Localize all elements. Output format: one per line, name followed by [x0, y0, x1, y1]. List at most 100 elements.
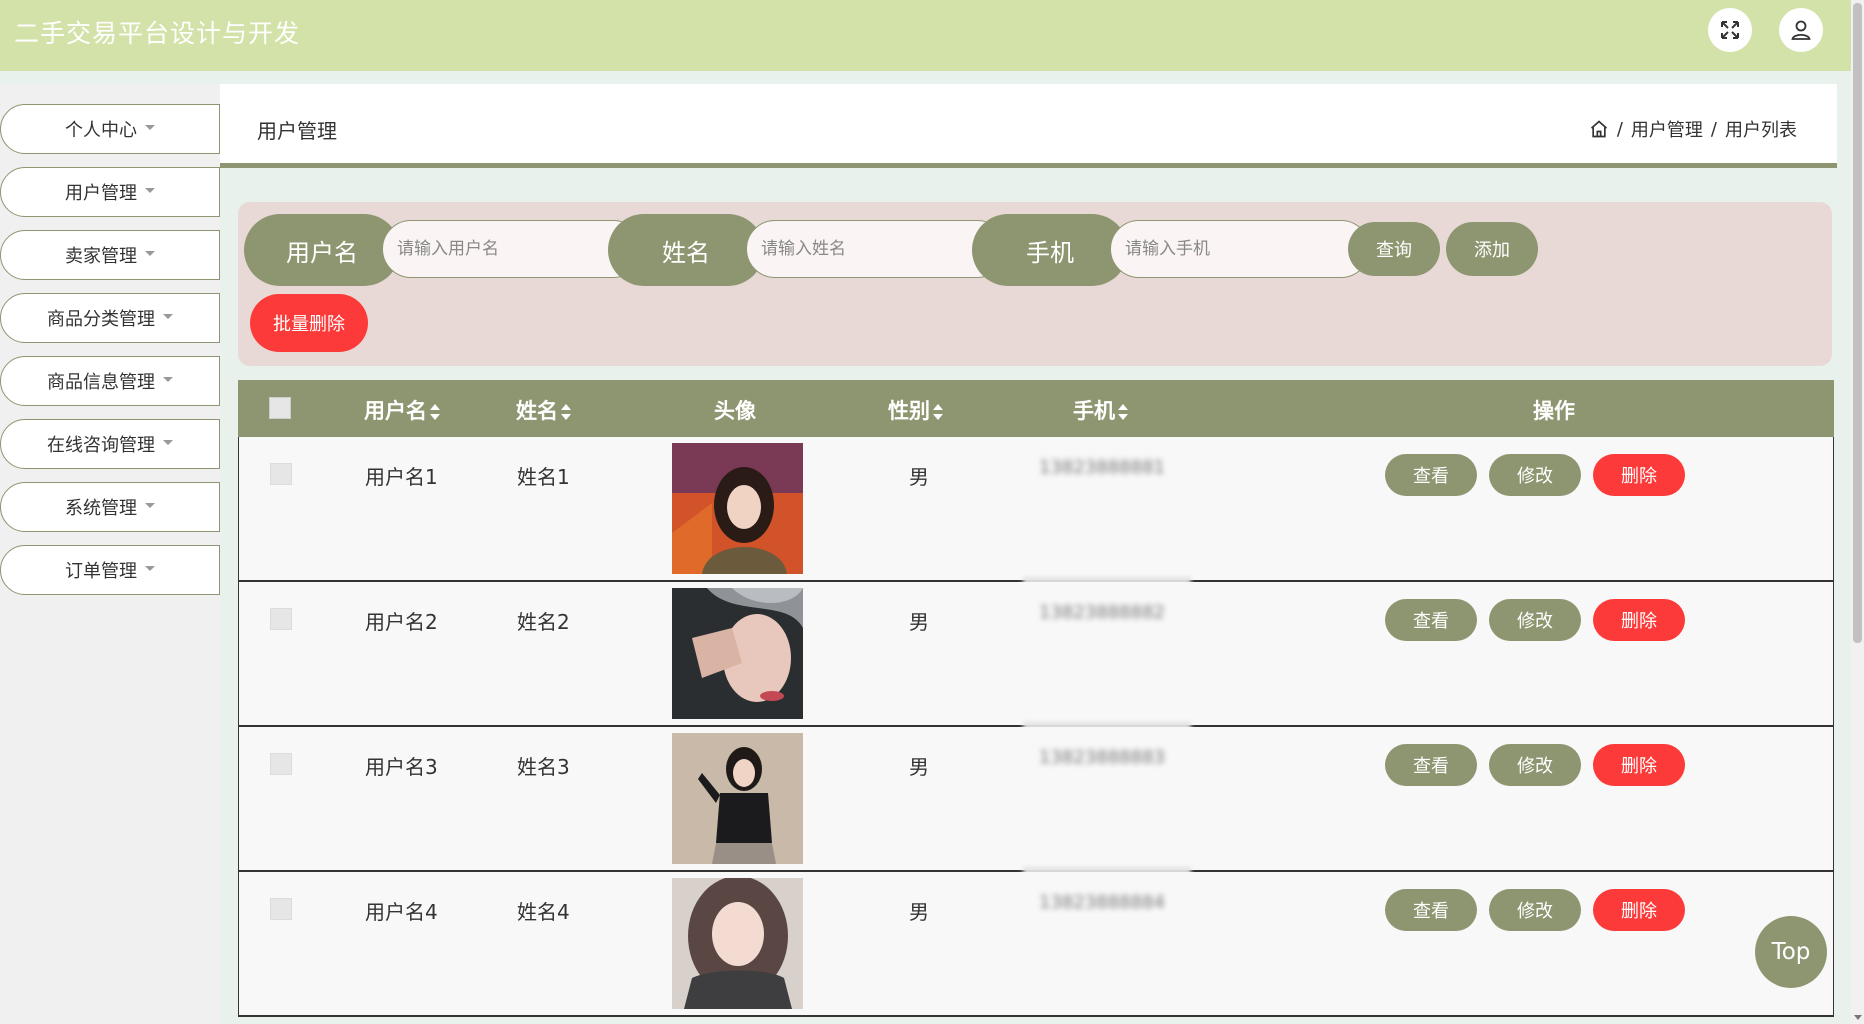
sidebar-item-user-management[interactable]: 用户管理 [0, 167, 220, 217]
chevron-down-icon [163, 439, 173, 445]
scroll-down-arrow-icon[interactable] [1854, 1015, 1862, 1020]
batch-delete-button[interactable]: 批量删除 [250, 294, 368, 352]
phone-cell: 13823888884 [1039, 892, 1165, 913]
view-button[interactable]: 查看 [1385, 599, 1477, 641]
view-button[interactable]: 查看 [1385, 889, 1477, 931]
sidebar-item-product-management[interactable]: 商品信息管理 [0, 356, 220, 406]
app-title: 二手交易平台设计与开发 [14, 19, 301, 48]
sort-icon [933, 404, 943, 420]
username-search-input[interactable] [382, 220, 642, 278]
sidebar-item-label: 系统管理 [65, 498, 137, 519]
sidebar-item-label: 商品信息管理 [47, 372, 155, 393]
home-icon[interactable] [1589, 119, 1609, 139]
avatar [672, 733, 803, 864]
table-row: 用户名1 姓名1 男 13823888881 查看 修改 删除 [238, 437, 1834, 585]
chevron-down-icon [145, 124, 155, 130]
avatar [672, 878, 803, 1009]
username-cell: 用户名1 [365, 465, 438, 489]
delete-button[interactable]: 删除 [1593, 454, 1685, 496]
sidebar-item-personal-center[interactable]: 个人中心 [0, 104, 220, 154]
username-label: 用户名 [244, 214, 400, 286]
gender-cell: 男 [909, 465, 929, 489]
chevron-down-icon [145, 502, 155, 508]
search-panel: 用户名 姓名 手机 查询 添加 批量删除 [238, 202, 1832, 366]
breadcrumb: / 用户管理 / 用户列表 [1589, 116, 1797, 142]
table-row: 用户名3 姓名3 男 13823888883 查看 修改 删除 [238, 727, 1834, 875]
username-cell: 用户名4 [365, 900, 438, 924]
page-scrollbar[interactable] [1851, 0, 1864, 1024]
sidebar-item-system-management[interactable]: 系统管理 [0, 482, 220, 532]
sidebar-item-label: 在线咨询管理 [47, 435, 155, 456]
column-header-phone[interactable]: 手机 [1073, 395, 1128, 425]
breadcrumb-user-management[interactable]: 用户管理 [1631, 116, 1703, 142]
chevron-down-icon [163, 313, 173, 319]
user-menu-button[interactable] [1779, 8, 1823, 52]
phone-search-input[interactable] [1110, 220, 1370, 278]
username-cell: 用户名2 [365, 610, 438, 634]
name-cell: 姓名1 [517, 465, 570, 489]
sort-icon [561, 404, 571, 420]
add-button[interactable]: 添加 [1446, 222, 1538, 276]
view-button[interactable]: 查看 [1385, 744, 1477, 786]
row-checkbox[interactable] [270, 753, 292, 775]
select-all-checkbox[interactable] [269, 397, 291, 419]
edit-button[interactable]: 修改 [1489, 744, 1581, 786]
table-header: 用户名 姓名 头像 性别 手机 操作 [238, 380, 1834, 437]
scrollbar-thumb[interactable] [1853, 3, 1862, 643]
page-title: 用户管理 [257, 119, 337, 143]
chevron-down-icon [163, 376, 173, 382]
view-button[interactable]: 查看 [1385, 454, 1477, 496]
sidebar-item-label: 卖家管理 [65, 246, 137, 267]
name-label: 姓名 [608, 214, 764, 286]
fullscreen-button[interactable] [1708, 8, 1752, 52]
sidebar-item-category-management[interactable]: 商品分类管理 [0, 293, 220, 343]
gender-cell: 男 [909, 755, 929, 779]
delete-button[interactable]: 删除 [1593, 889, 1685, 931]
avatar [672, 443, 803, 574]
sidebar-item-label: 商品分类管理 [47, 309, 155, 330]
name-cell: 姓名2 [517, 610, 570, 634]
sidebar-item-label: 个人中心 [65, 120, 137, 141]
column-header-actions: 操作 [1533, 399, 1575, 423]
avatar [672, 588, 803, 719]
phone-cell: 13823888881 [1039, 457, 1165, 478]
edit-button[interactable]: 修改 [1489, 889, 1581, 931]
column-header-gender[interactable]: 性别 [888, 395, 943, 425]
page-header: 用户管理 / 用户管理 / 用户列表 [220, 84, 1837, 168]
sidebar-item-order-management[interactable]: 订单管理 [0, 545, 220, 595]
column-header-name[interactable]: 姓名 [516, 395, 571, 425]
sidebar-item-seller-management[interactable]: 卖家管理 [0, 230, 220, 280]
user-icon [1791, 20, 1811, 40]
breadcrumb-separator: / [1616, 118, 1623, 140]
row-checkbox[interactable] [270, 898, 292, 920]
main-panel: 用户管理 / 用户管理 / 用户列表 用户名 姓名 手机 查询 添加 批量删除 … [220, 84, 1837, 1024]
username-cell: 用户名3 [365, 755, 438, 779]
column-header-avatar: 头像 [714, 399, 756, 423]
user-table: 用户名 姓名 头像 性别 手机 操作 用户名1 姓名1 男 1382388888… [238, 380, 1834, 1024]
sidebar-item-consult-management[interactable]: 在线咨询管理 [0, 419, 220, 469]
column-header-username[interactable]: 用户名 [364, 395, 440, 425]
edit-button[interactable]: 修改 [1489, 454, 1581, 496]
row-checkbox[interactable] [270, 608, 292, 630]
sidebar-item-label: 用户管理 [65, 183, 137, 204]
gender-cell: 男 [909, 900, 929, 924]
table-row: 用户名4 姓名4 男 13823888884 查看 修改 删除 [238, 872, 1834, 1017]
delete-button[interactable]: 删除 [1593, 744, 1685, 786]
back-to-top-button[interactable]: Top [1755, 916, 1827, 988]
row-checkbox[interactable] [270, 463, 292, 485]
breadcrumb-user-list: 用户列表 [1725, 120, 1797, 141]
sidebar-item-label: 订单管理 [65, 561, 137, 582]
query-button[interactable]: 查询 [1348, 222, 1440, 276]
delete-button[interactable]: 删除 [1593, 599, 1685, 641]
chevron-down-icon [145, 187, 155, 193]
sort-icon [430, 404, 440, 420]
expand-icon [1721, 21, 1739, 39]
phone-cell: 13823888882 [1039, 602, 1165, 623]
name-cell: 姓名3 [517, 755, 570, 779]
sort-icon [1118, 404, 1128, 420]
chevron-down-icon [145, 250, 155, 256]
edit-button[interactable]: 修改 [1489, 599, 1581, 641]
name-search-input[interactable] [746, 220, 1006, 278]
breadcrumb-separator: / [1710, 118, 1717, 140]
sidebar: 个人中心 用户管理 卖家管理 商品分类管理 商品信息管理 在线咨询管理 系统管理… [0, 84, 220, 1024]
